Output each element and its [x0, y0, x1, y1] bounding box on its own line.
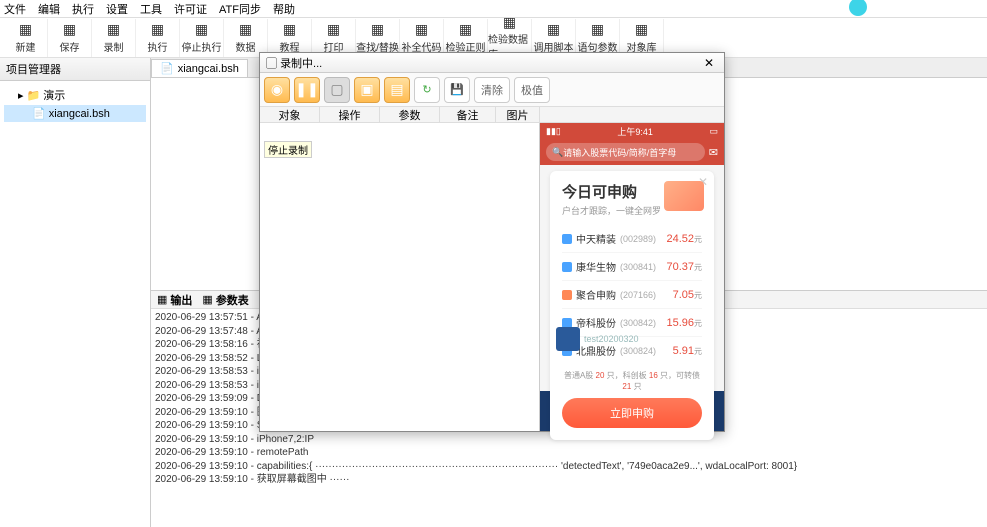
output-tab-log[interactable]: ▦ 输出: [157, 292, 192, 308]
tree-file[interactable]: 📄 xiangcai.bsh: [4, 105, 146, 122]
message-icon[interactable]: ✉: [709, 146, 718, 159]
tool-10[interactable]: ▦检验正则: [444, 19, 488, 57]
record-grid-body[interactable]: [260, 123, 540, 431]
save-rec-btn[interactable]: 💾: [444, 77, 470, 103]
tool-11[interactable]: ▦检验数据库: [488, 19, 532, 57]
menu-file[interactable]: 文件: [4, 1, 26, 17]
menu-edit[interactable]: 编辑: [38, 1, 60, 17]
project-tree[interactable]: ▸ 📁 演示 📄 xiangcai.bsh: [0, 81, 150, 126]
menu-license[interactable]: 许可证: [174, 1, 207, 17]
tool-1[interactable]: ▦保存: [48, 19, 92, 57]
menu-settings[interactable]: 设置: [106, 1, 128, 17]
stock-row[interactable]: 中天精装 (002989)24.52元: [562, 225, 702, 253]
recording-toolbar: ◉ ❚❚ ▢ ▣ ▤ ↻ 💾 清除 极值: [260, 73, 724, 107]
phone-time: 上午9:41: [617, 125, 653, 138]
device-preview: ▮▮▯ 上午9:41 ▭ 🔍 请输入股票代码/简称/首字母 ✉ ✕ 今日可申购 …: [540, 123, 724, 431]
extremes-btn[interactable]: 极值: [514, 77, 550, 103]
col-params: 参数: [380, 107, 440, 122]
dialog-title: ▢ 录制中...: [266, 55, 322, 71]
tool-7[interactable]: ▦打印: [312, 19, 356, 57]
tool-14[interactable]: ▦对象库: [620, 19, 664, 57]
stop-record-tooltip: 停止录制: [264, 141, 312, 158]
battery-icon: ▭: [709, 126, 718, 137]
tool-9[interactable]: ▦补全代码: [400, 19, 444, 57]
col-image: 图片: [496, 107, 540, 122]
phone-search-row: 🔍 请输入股票代码/简称/首字母 ✉: [540, 139, 724, 165]
refresh-btn[interactable]: ↻: [414, 77, 440, 103]
signal-icon: ▮▮▯: [546, 126, 561, 137]
phone-status-bar: ▮▮▯ 上午9:41 ▭: [540, 123, 724, 139]
phone-search-input[interactable]: 🔍 请输入股票代码/简称/首字母: [546, 143, 705, 161]
close-icon[interactable]: ✕: [704, 56, 718, 70]
tool-2[interactable]: ▦录制: [92, 19, 136, 57]
tool-5[interactable]: ▦数据: [224, 19, 268, 57]
tool-8[interactable]: ▦查找/替换: [356, 19, 400, 57]
recent-item[interactable]: test20200320: [556, 327, 639, 351]
stock-row[interactable]: 康华生物 (300841)70.37元: [562, 253, 702, 281]
tool-0[interactable]: ▦新建: [4, 19, 48, 57]
project-panel-title: 项目管理器: [0, 58, 150, 81]
thumb-icon: [556, 327, 580, 351]
editor-tab[interactable]: 📄 xiangcai.bsh: [151, 59, 248, 77]
pause-btn[interactable]: ❚❚: [294, 77, 320, 103]
menu-exec[interactable]: 执行: [72, 1, 94, 17]
tool-13[interactable]: ▦语句参数: [576, 19, 620, 57]
ipo-card: ✕ 今日可申购 户台才跟踪，一键全网罗 中天精装 (002989)24.52元康…: [550, 171, 714, 440]
tool-4[interactable]: ▦停止执行: [180, 19, 224, 57]
recording-dialog: ▢ 录制中... ✕ ◉ ❚❚ ▢ ▣ ▤ ↻ 💾 清除 极值 停止录制 对象 …: [259, 52, 725, 432]
card-illustration: [664, 181, 704, 211]
project-panel: 项目管理器 ▸ 📁 演示 📄 xiangcai.bsh: [0, 58, 151, 527]
col-object: 对象: [260, 107, 320, 122]
menu-tools[interactable]: 工具: [140, 1, 162, 17]
log-line: 2020-06-29 13:59:10 - remotePath: [155, 446, 983, 460]
record-btn-3[interactable]: ▢: [324, 77, 350, 103]
stock-row[interactable]: 聚合申购 (207166)7.05元: [562, 281, 702, 309]
clear-btn[interactable]: 清除: [474, 77, 510, 103]
record-btn-1[interactable]: ◉: [264, 77, 290, 103]
tree-root[interactable]: ▸ 📁 演示: [4, 85, 146, 105]
tool-6[interactable]: ▦教程: [268, 19, 312, 57]
record-btn-5[interactable]: ▤: [384, 77, 410, 103]
col-action: 操作: [320, 107, 380, 122]
tool-3[interactable]: ▦执行: [136, 19, 180, 57]
menu-help[interactable]: 帮助: [273, 1, 295, 17]
apply-button[interactable]: 立即申购: [562, 398, 702, 428]
menu-bar: 文件 编辑 执行 设置 工具 许可证 ATF同步 帮助: [0, 0, 987, 18]
output-tab-params[interactable]: ▦ 参数表: [202, 292, 248, 308]
card-footer: 普通A股 20 只，科创板 16 只，可转债 21 只: [562, 370, 702, 392]
log-line: 2020-06-29 13:59:10 - 获取屏幕截图中 ······: [155, 473, 983, 487]
record-btn-4[interactable]: ▣: [354, 77, 380, 103]
record-grid-header: 对象 操作 参数 备注 图片: [260, 107, 724, 123]
log-line: 2020-06-29 13:59:10 - capabilities:{ ···…: [155, 460, 983, 474]
tool-12[interactable]: ▦调用脚本: [532, 19, 576, 57]
menu-atf[interactable]: ATF同步: [219, 1, 261, 17]
col-remark: 备注: [440, 107, 496, 122]
